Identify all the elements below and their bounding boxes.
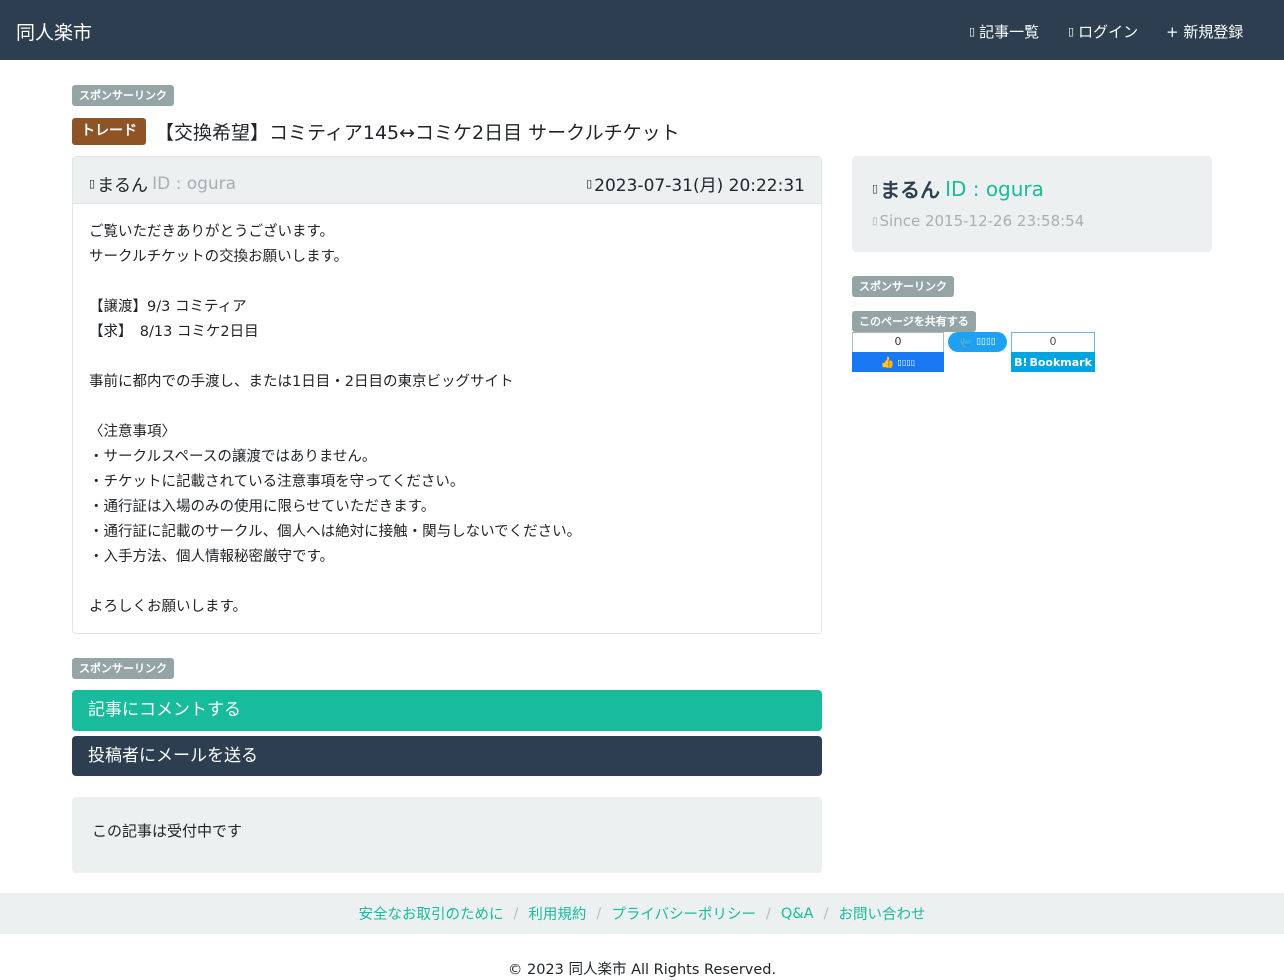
user-icon: ▯ [872, 182, 879, 195]
profile-id: ID : ogura [945, 176, 1044, 201]
post-body-line: よろしくお願いします。 [89, 599, 248, 615]
footer-link[interactable]: Q&A [781, 906, 814, 922]
post-body-line: 事前に都内での手渡し、または1日目・2日目の東京ビッグサイト [89, 374, 514, 390]
post-body-line: 【求】 8/13 コミケ2日目 [89, 324, 259, 340]
sponsor-badge-top: スポンサーリンク [72, 85, 174, 106]
post-body-line: ご覧いただきありがとうございます。 [89, 224, 335, 240]
twitter-share-label: ▯▯▯▯ [975, 337, 996, 347]
twitter-bird-icon: 🐦 [959, 335, 973, 349]
nav-article-list[interactable]: ▯ 記事一覧 [969, 21, 1039, 42]
category-badge: トレード [72, 118, 146, 145]
facebook-like-widget[interactable]: 0 👍 ▯▯▯▯ [852, 332, 944, 372]
footer-separator: / [823, 905, 829, 922]
send-mail-button[interactable]: 投稿者にメールを送る [72, 736, 822, 776]
clock-icon: ▯ [586, 177, 593, 190]
twitter-share-button[interactable]: 🐦 ▯▯▯▯ [948, 332, 1007, 352]
post-body-line [89, 570, 805, 595]
hatena-bookmark-label: Bookmark [1029, 355, 1092, 369]
post-body-line: ・チケットに記載されている注意事項を守ってください。 [89, 474, 465, 490]
footer-separator: / [766, 905, 771, 922]
footer-link[interactable]: お問い合わせ [838, 903, 925, 924]
status-text: この記事は受付中です [92, 822, 243, 840]
hatena-bookmark-widget[interactable]: 0 B! Bookmark [1011, 332, 1095, 372]
post-body-line: サークルチケットの交換お願いします。 [89, 249, 349, 265]
post-card: ▯ まるん ID : ogura ▯ 2023-07-31(月) 20:22:3… [72, 156, 822, 634]
post-title-row: トレード 【交換希望】コミティア145↔コミケ2日目 サークルチケット [72, 118, 680, 145]
author-id: ID : ogura [152, 173, 237, 194]
author-name: まるん [97, 176, 149, 196]
sponsor-badge-bottom: スポンサーリンク [72, 658, 174, 679]
footer-link[interactable]: 安全なお取引のために [359, 903, 504, 924]
footer-separator: / [513, 905, 519, 922]
post-card-header: ▯ まるん ID : ogura ▯ 2023-07-31(月) 20:22:3… [73, 157, 821, 204]
profile-name-text: まるん [880, 178, 941, 202]
page-title: 【交換希望】コミティア145↔コミケ2日目 サークルチケット [155, 122, 680, 144]
footer-separator: / [596, 905, 602, 922]
copyright: © 2023 同人楽市 All Rights Reserved. [507, 962, 777, 978]
comment-button[interactable]: 記事にコメントする [72, 690, 822, 731]
list-icon: ▯ [969, 25, 976, 38]
post-datetime-text: 2023-07-31(月) 20:22:31 [594, 176, 805, 196]
post-body: ご覧いただきありがとうございます。 サークルチケットの交換お願いします。 【譲渡】9… [73, 204, 821, 633]
facebook-like-label: ▯▯▯▯ [897, 357, 916, 367]
post-body-line: 【譲渡】9/3 コミティア [89, 299, 247, 315]
nav-login-label: ログイン [1078, 23, 1139, 41]
top-navbar: 同人楽市 ▯ 記事一覧 ▯ ログイン + 新規登録 [0, 0, 1284, 60]
profile-since-text: Since 2015-12-26 23:58:54 [879, 212, 1085, 230]
hatena-bookmark-button[interactable]: B! Bookmark [1011, 352, 1095, 372]
sponsor-badge-sidebar: スポンサーリンク [852, 276, 954, 297]
post-datetime: ▯ 2023-07-31(月) 20:22:31 [586, 171, 805, 196]
site-brand[interactable]: 同人楽市 [16, 18, 92, 45]
calendar-icon: ▯ [872, 215, 878, 227]
footer-link[interactable]: プライバシーポリシー [611, 903, 756, 924]
facebook-like-button[interactable]: 👍 ▯▯▯▯ [852, 352, 944, 372]
post-body-line: ・入手方法、個人情報秘密厳守です。 [89, 549, 335, 565]
login-icon: ▯ [1068, 25, 1075, 38]
post-body-line: 〈注意事項〉 [89, 424, 176, 440]
thumbs-up-icon: 👍 [880, 355, 895, 369]
profile-since: ▯ Since 2015-12-26 23:58:54 [872, 212, 1084, 230]
user-icon: ▯ [89, 177, 96, 190]
post-author[interactable]: ▯ まるん ID : ogura [89, 171, 237, 197]
footer-links: 安全なお取引のために / 利用規約 / プライバシーポリシー / Q&A / お問い合わせ [0, 893, 1284, 934]
footer-link[interactable]: 利用規約 [528, 903, 586, 924]
profile-name[interactable]: ▯ まるん ID : ogura [872, 174, 1044, 203]
post-body-line: ・通行証に記載のサークル、個人へは絶対に接触・関与しないでください。 [89, 524, 582, 540]
hatena-count: 0 [1011, 332, 1095, 352]
share-badge: このページを共有する [852, 311, 976, 332]
nav-register-label: + 新規登録 [1166, 23, 1244, 41]
nav-login[interactable]: ▯ ログイン [1068, 21, 1138, 42]
nav-article-list-label: 記事一覧 [979, 23, 1040, 41]
nav-register[interactable]: + 新規登録 [1166, 21, 1243, 42]
post-body-line [89, 345, 805, 370]
post-body-line [89, 270, 805, 295]
post-body-line: ・通行証は入場のみの使用に限らせていただきます。 [89, 499, 436, 515]
post-body-line [89, 395, 805, 420]
profile-box: ▯ まるん ID : ogura ▯ Since 2015-12-26 23:5… [852, 156, 1212, 252]
facebook-count: 0 [852, 332, 944, 352]
hatena-b-icon: B! [1014, 355, 1028, 369]
post-body-line: ・サークルスペースの譲渡ではありません。 [89, 449, 377, 465]
status-box: この記事は受付中です [72, 797, 822, 873]
